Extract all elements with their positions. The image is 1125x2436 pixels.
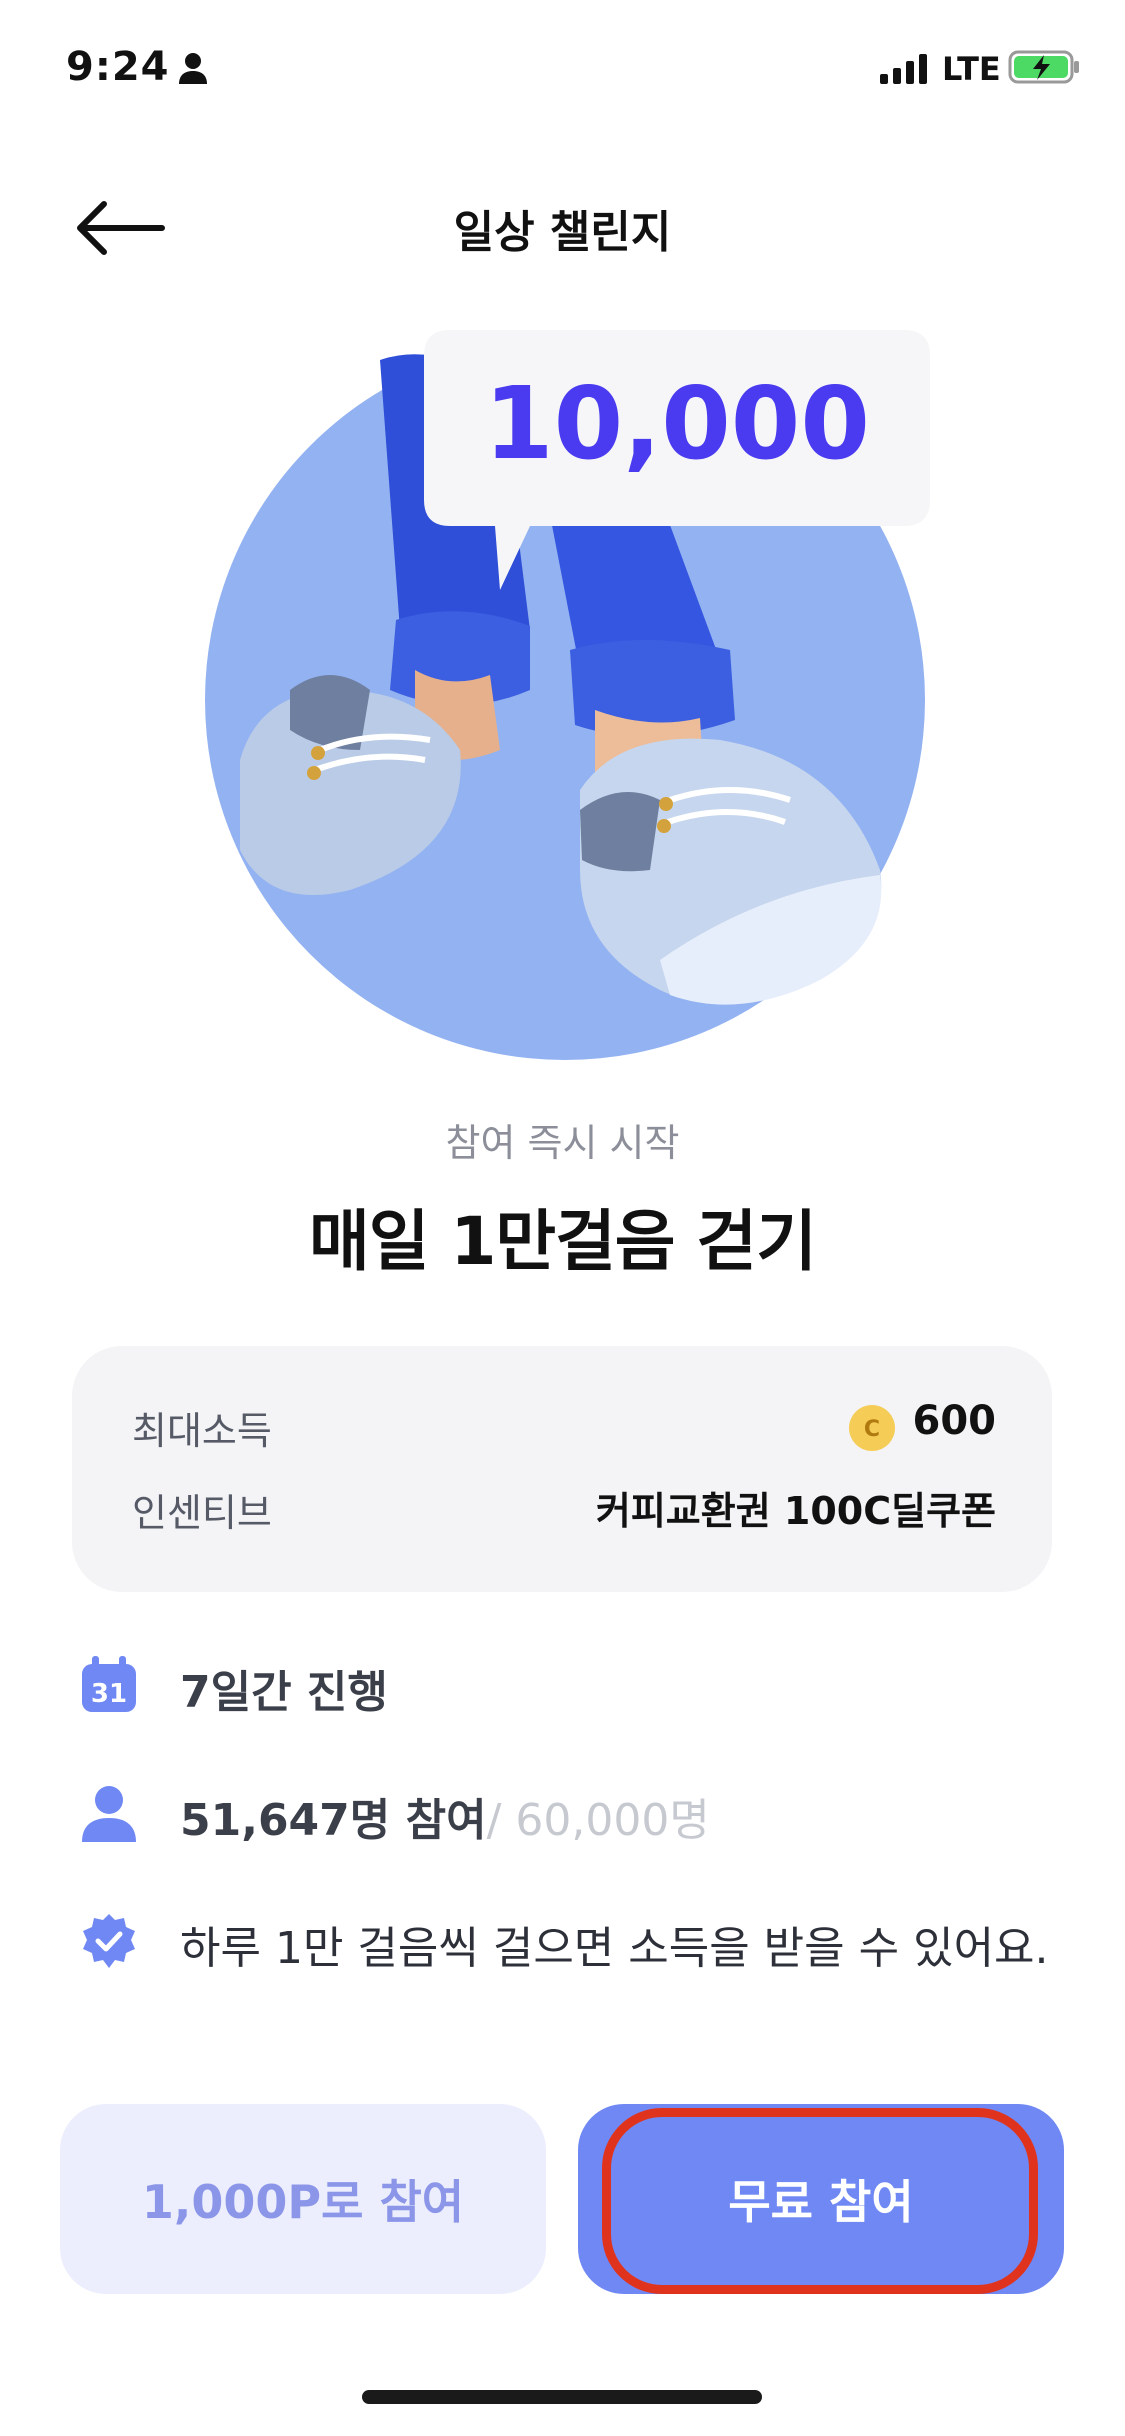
calendar-icon: 31 <box>82 1656 136 1712</box>
participants-row: 51,647명 참여/ 60,000명 <box>72 1772 1072 1852</box>
free-join-button[interactable]: 무료 참여 <box>578 2104 1064 2294</box>
coin-symbol: C <box>864 1417 880 1442</box>
page-title: 일상 챌린지 <box>453 207 672 258</box>
duration-row: 31 7일간 진행 <box>72 1644 1072 1724</box>
status-time: 9:24 <box>66 44 170 90</box>
verified-badge-icon <box>83 1914 135 1968</box>
challenge-subtitle: 참여 즉시 시작 <box>445 1121 680 1165</box>
calendar-day: 31 <box>91 1679 127 1709</box>
bubble-text: 10,000 <box>484 365 870 482</box>
challenge-title: 매일 1만걸음 걷기 <box>309 1203 817 1280</box>
person-icon <box>179 53 207 84</box>
user-icon <box>82 1786 136 1842</box>
network-label: LTE <box>942 50 1001 88</box>
challenge-detail-screen: 9:24 LTE 일상 챌린지 10,000 참여 즉시 시작 매일 1만걸음 … <box>0 0 1125 2436</box>
max-income-label: 최대소득 <box>132 1409 272 1453</box>
max-income-value: 600 <box>912 1398 997 1444</box>
reward-info-card: 최대소득 C 600 인센티브 커피교환권 100C딜쿠폰 <box>72 1346 1052 1592</box>
rule-row: 하루 1만 걸음씩 걸으면 소득을 받을 수 있어요. <box>72 1900 1072 1980</box>
participants-total: / 60,000명 <box>486 1795 710 1846</box>
walking-shoes-illustration: 10,000 <box>200 330 930 1060</box>
participants-text: 51,647명 참여/ 60,000명 <box>180 1784 710 1848</box>
signal-icon <box>880 54 927 84</box>
rule-text: 하루 1만 걸음씩 걸으면 소득을 받을 수 있어요. <box>180 1923 1049 1974</box>
duration-text: 7일간 진행 <box>180 1667 388 1718</box>
coin-icon: C <box>849 1405 895 1451</box>
battery-charging-icon <box>1008 50 1079 84</box>
incentive-value: 커피교환권 100C딜쿠폰 <box>595 1489 996 1533</box>
home-indicator <box>362 2390 762 2404</box>
incentive-label: 인센티브 <box>132 1491 272 1535</box>
join-with-points-button[interactable]: 1,000P로 참여 <box>60 2104 546 2294</box>
participants-count: 51,647명 참여 <box>180 1795 487 1846</box>
status-bar: 9:24 LTE <box>0 0 1125 130</box>
